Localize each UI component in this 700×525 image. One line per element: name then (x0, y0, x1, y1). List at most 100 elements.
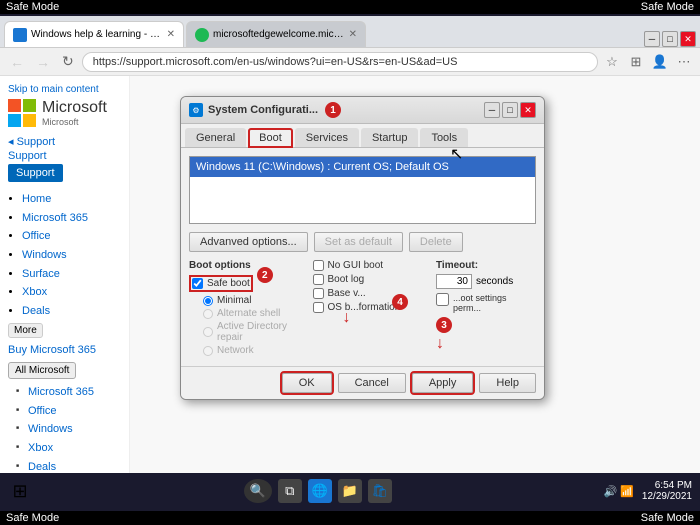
nav-home[interactable]: Home (22, 193, 51, 205)
profile-icon[interactable]: 👤 (650, 52, 670, 72)
subnav-ms365[interactable]: Microsoft 365 (28, 386, 94, 398)
apply-button[interactable]: Apply (412, 373, 474, 393)
make-permanent-row: ...oot settings perm... (436, 293, 536, 313)
boot-options-right: No GUI boot Boot log Base v... (313, 260, 429, 358)
tab-close-2[interactable]: ✕ (349, 29, 357, 40)
support-link[interactable]: Support (8, 150, 121, 162)
radio-alternate-row: Alternate shell (189, 308, 305, 319)
delete-button[interactable]: Delete (409, 232, 463, 252)
maximize-dialog[interactable]: □ (502, 102, 518, 118)
safe-boot-checkbox[interactable] (192, 278, 203, 289)
back-button[interactable]: ← (6, 52, 28, 72)
store-icon[interactable]: 🛍 (368, 479, 392, 503)
seconds-label: seconds (476, 276, 513, 287)
radio-ad-row: Active Directory repair (189, 321, 305, 343)
no-gui-checkbox[interactable] (313, 260, 324, 271)
nav-office[interactable]: Office (22, 230, 51, 242)
reload-button[interactable]: ↻ (58, 51, 78, 72)
safe-boot-label[interactable]: Safe boot (192, 278, 250, 289)
dialog-tab-strip: General Boot Services Startup Tools (181, 124, 544, 148)
os-info-row[interactable]: OS b...formation (313, 302, 429, 313)
os-info-checkbox[interactable] (313, 302, 324, 313)
help-button[interactable]: Help (479, 373, 536, 393)
time-display: 6:54 PM (642, 480, 692, 491)
boot-log-row[interactable]: Boot log (313, 274, 429, 285)
tab-startup[interactable]: Startup (361, 128, 418, 147)
support-back-link[interactable]: ◂ Support (8, 135, 121, 148)
close-browser[interactable]: ✕ (680, 31, 696, 47)
close-dialog[interactable]: ✕ (520, 102, 536, 118)
edge-taskbar-icon[interactable]: 🌐 (308, 479, 332, 503)
boot-log-label: Boot log (328, 274, 365, 285)
nav-deals[interactable]: Deals (22, 305, 50, 317)
dialog-titlebar: ⚙ System Configurati... 1 ─ □ ✕ (181, 97, 544, 124)
all-microsoft-button[interactable]: All Microsoft (8, 362, 76, 379)
maximize-browser[interactable]: □ (662, 31, 678, 47)
radio-minimal[interactable] (203, 296, 213, 306)
safe-boot-container: Safe boot 2 ➜ (189, 275, 253, 292)
radio-minimal-row: Minimal (189, 295, 305, 306)
subnav-windows[interactable]: Windows (28, 423, 73, 435)
collections-icon[interactable]: ⊞ (626, 52, 646, 72)
more-icon[interactable]: ⋯ (674, 52, 694, 72)
file-explorer-icon[interactable]: 📁 (338, 479, 362, 503)
safe-boot-text: Safe boot (207, 278, 250, 289)
base-video-row[interactable]: Base v... (313, 288, 429, 299)
os-list-item[interactable]: Windows 11 (C:\Windows) : Current OS; De… (190, 157, 535, 177)
tab-boot[interactable]: Boot (248, 128, 293, 148)
subnav-deals[interactable]: Deals (28, 461, 56, 473)
tab-general[interactable]: General (185, 128, 246, 147)
taskview-button[interactable]: ⧉ (278, 479, 302, 503)
support-button[interactable]: Support (8, 164, 63, 182)
nav-list: Home Microsoft 365 Office Windows Surfac… (8, 190, 121, 321)
more-button[interactable]: More (8, 323, 43, 338)
nav-surface[interactable]: Surface (22, 268, 60, 280)
favorites-icon[interactable]: ☆ (602, 52, 622, 72)
radio-ad-label: Active Directory repair (217, 321, 305, 343)
logo-yellow (23, 114, 36, 127)
tab-ms-help[interactable]: Windows help & learning - Mic... ✕ (4, 21, 184, 47)
tab-close-1[interactable]: ✕ (167, 29, 175, 40)
start-button[interactable]: ⊞ (8, 479, 32, 503)
skip-link[interactable]: Skip to main content (8, 84, 121, 95)
timeout-input[interactable] (436, 274, 472, 289)
timeout-row: seconds (436, 274, 536, 289)
minimize-dialog[interactable]: ─ (484, 102, 500, 118)
tab-services[interactable]: Services (295, 128, 359, 147)
base-video-checkbox[interactable] (313, 288, 324, 299)
no-gui-row[interactable]: No GUI boot (313, 260, 429, 271)
forward-button[interactable]: → (32, 52, 54, 72)
dialog-footer: OK Cancel Apply Help (181, 366, 544, 399)
safe-mode-label-top-left: Safe Mode (6, 1, 59, 13)
os-listbox[interactable]: Windows 11 (C:\Windows) : Current OS; De… (189, 156, 536, 224)
cancel-button[interactable]: Cancel (338, 373, 406, 393)
logo-green (23, 99, 36, 112)
subnav-xbox[interactable]: Xbox (28, 442, 53, 454)
boot-log-checkbox[interactable] (313, 274, 324, 285)
tab-tools[interactable]: Tools (420, 128, 468, 147)
radio-network[interactable] (203, 346, 213, 356)
ok-button[interactable]: OK (282, 373, 332, 393)
badge-2: 2 (257, 267, 273, 283)
nav-xbox[interactable]: Xbox (22, 286, 47, 298)
radio-ad[interactable] (203, 327, 213, 337)
buy-ms365-link[interactable]: Buy Microsoft 365 (8, 344, 121, 356)
search-taskbar-button[interactable]: 🔍 (244, 479, 272, 503)
tab-edge-welcome[interactable]: microsoftedgewelcome.microso... ✕ (186, 21, 366, 47)
make-permanent-checkbox[interactable] (436, 293, 449, 306)
radio-alternate[interactable] (203, 309, 213, 319)
microsoft-logo (8, 99, 36, 127)
address-input[interactable] (82, 52, 598, 72)
advanced-options-button[interactable]: Advanved options... (189, 232, 308, 252)
taskbar-right: 🔊 📶 6:54 PM 12/29/2021 (603, 480, 692, 502)
tab-favicon-2 (195, 28, 209, 42)
date-display: 12/29/2021 (642, 491, 692, 502)
arrow-4: ↓ (343, 309, 351, 327)
minimize-browser[interactable]: ─ (644, 31, 660, 47)
nav-ms365[interactable]: Microsoft 365 (22, 212, 88, 224)
dialog-title-left: ⚙ System Configurati... 1 (189, 102, 341, 118)
subnav-office[interactable]: Office (28, 405, 57, 417)
nav-windows[interactable]: Windows (22, 249, 67, 261)
set-default-button[interactable]: Set as default (314, 232, 403, 252)
taskbar: ⊞ 🔍 ⧉ 🌐 📁 🛍 🔊 📶 6:54 PM 12/29/2021 (0, 473, 700, 509)
